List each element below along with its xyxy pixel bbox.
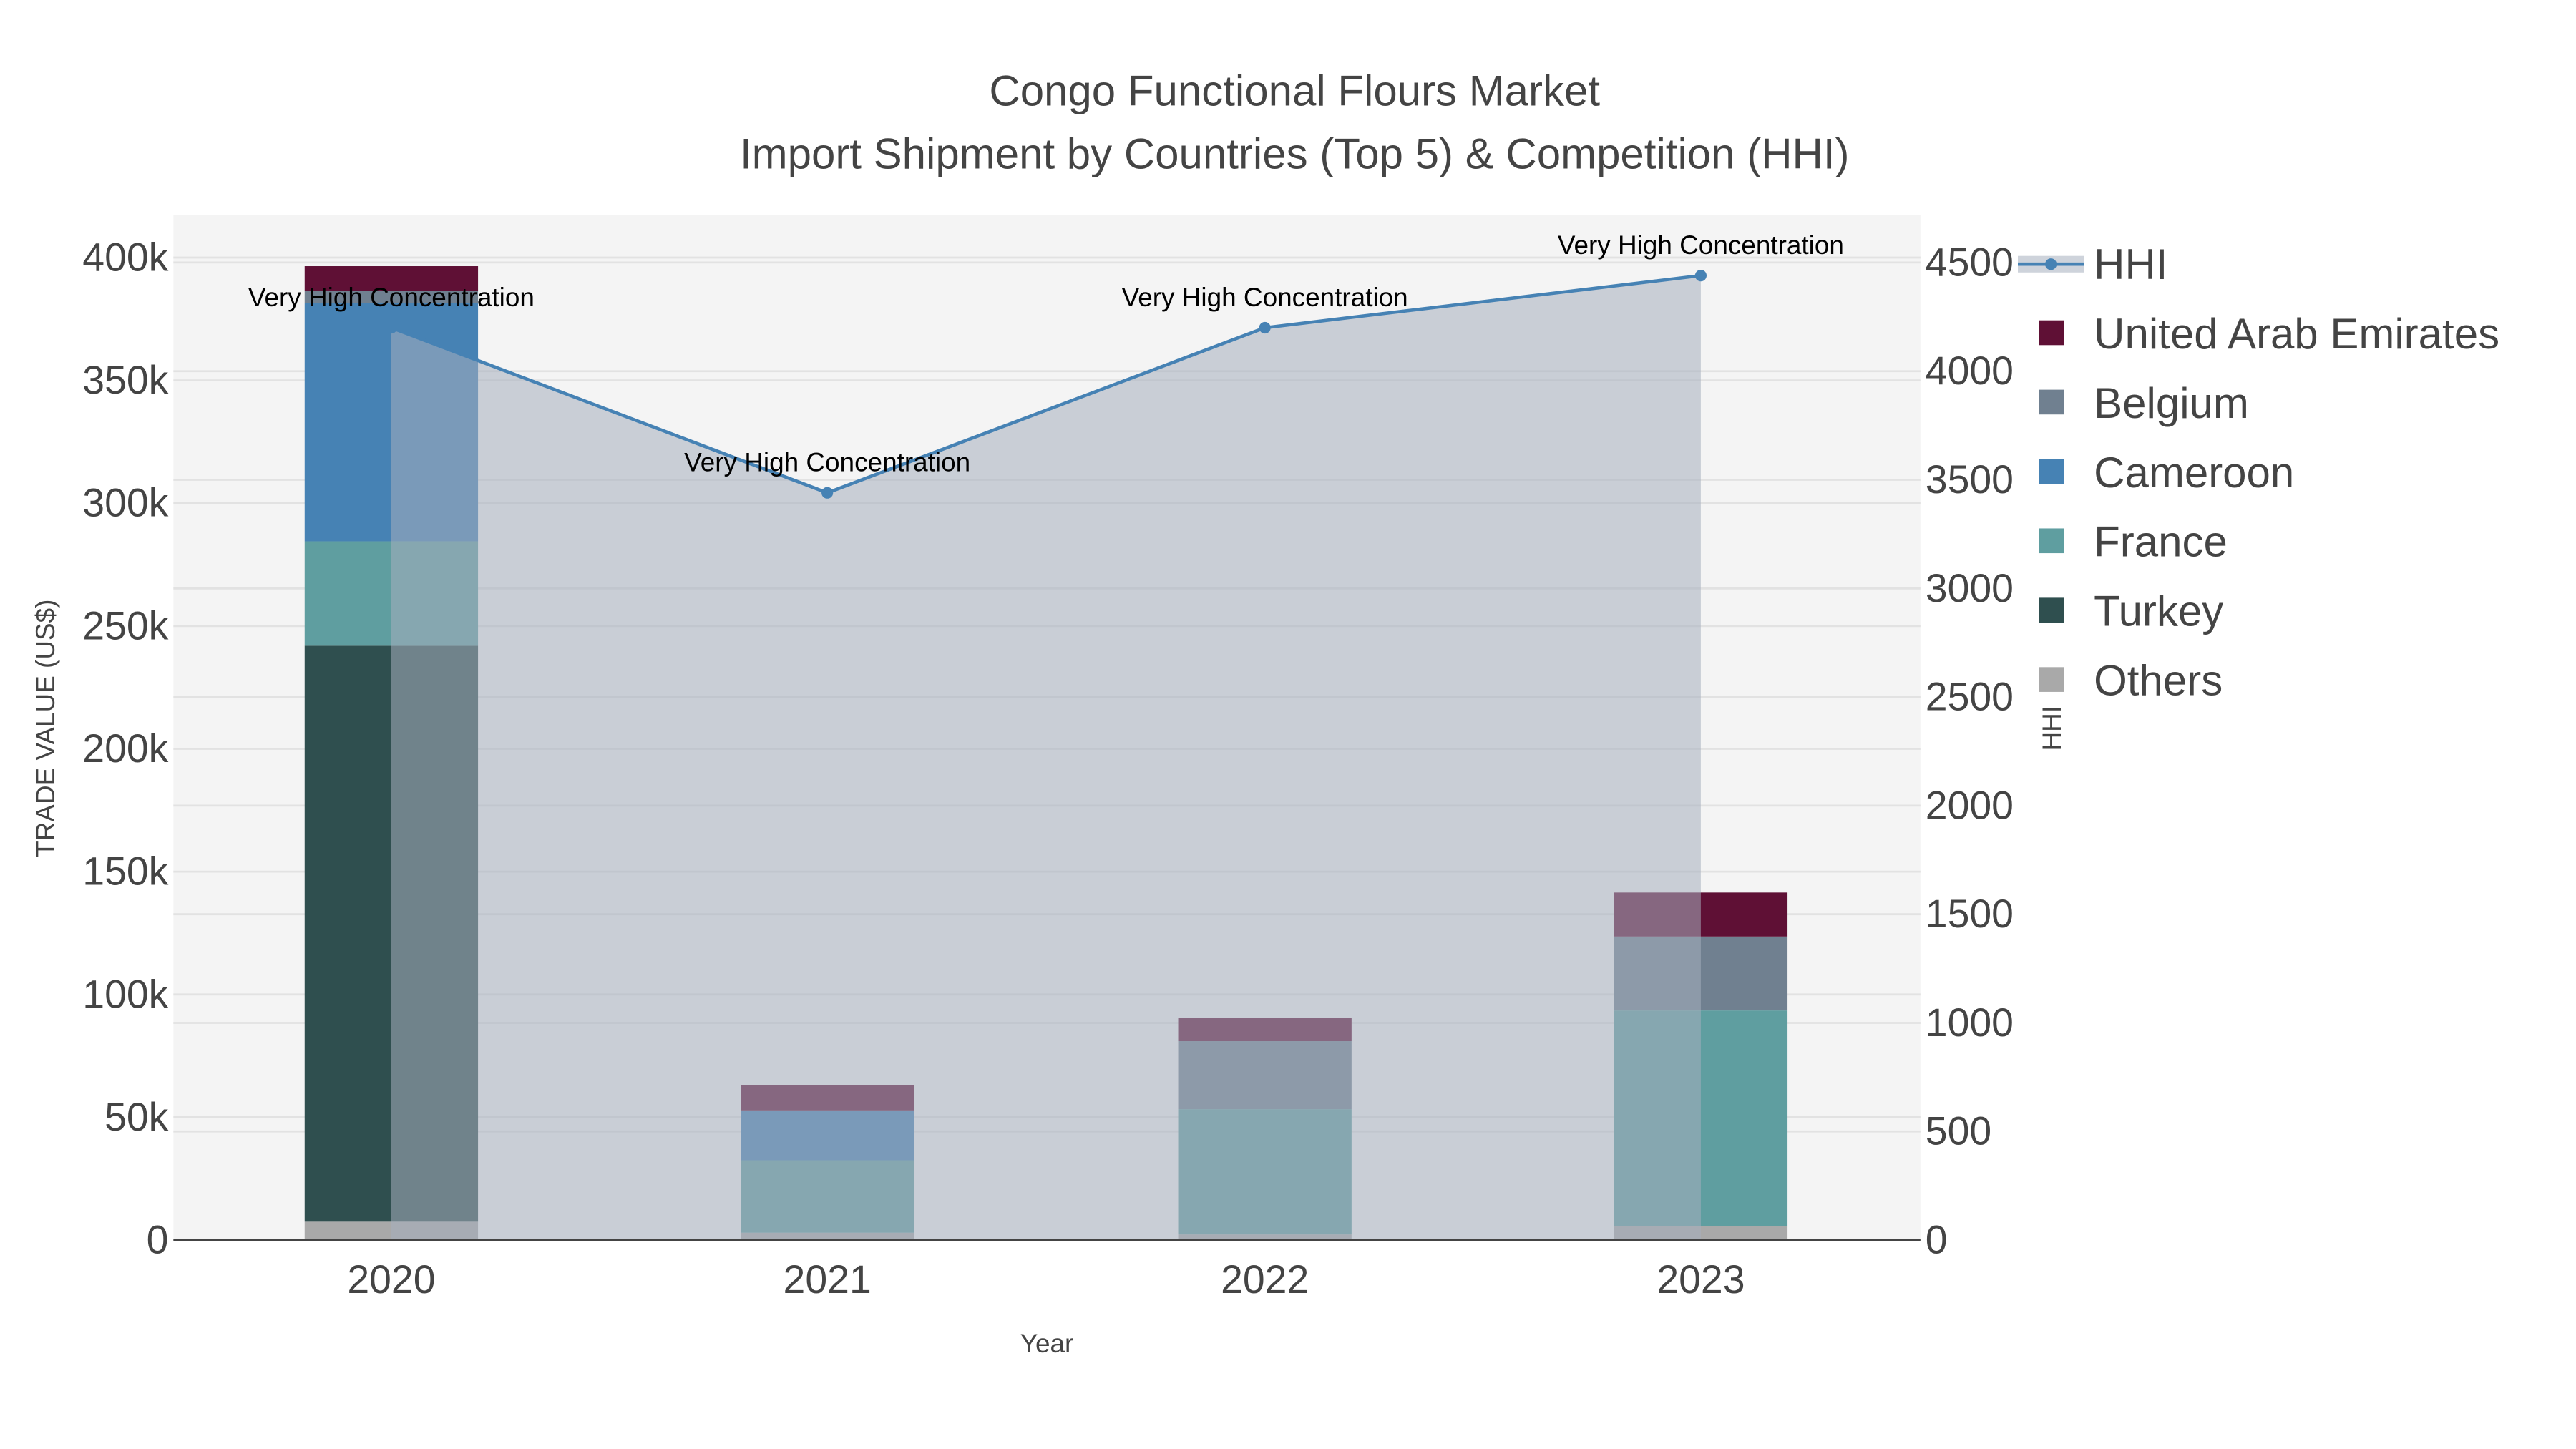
hhi-annotation: Very High Concentration: [1558, 230, 1844, 260]
chart-subtitle: Import Shipment by Countries (Top 5) & C…: [740, 130, 1850, 177]
legend-label: Cameroon: [2094, 449, 2294, 497]
legend-label: Others: [2094, 657, 2223, 705]
y2-axis-title: HHI: [2037, 706, 2067, 751]
y-tick-label: 350k: [82, 358, 168, 402]
y-tick-label: 200k: [82, 726, 168, 771]
y2-tick-label: 3500: [1926, 457, 2014, 502]
legend-label: United Arab Emirates: [2094, 310, 2499, 358]
y-tick-label: 100k: [82, 972, 168, 1016]
y2-tick-label: 2500: [1926, 675, 2014, 719]
chart: Very High Concentration Very High Concent…: [31, 67, 2499, 1358]
y2-tick-label: 1500: [1926, 892, 2014, 936]
legend-label: Belgium: [2094, 379, 2249, 427]
y2-tick-label: 4500: [1926, 240, 2014, 284]
y-tick-label: 300k: [82, 481, 168, 525]
legend-swatch-others: [2039, 667, 2064, 692]
hhi-point: [385, 321, 397, 334]
x-axis-ticks: 2020 2021 2022 2023: [347, 1257, 1745, 1302]
y-tick-label: 400k: [82, 235, 168, 279]
legend-label: HHI: [2094, 240, 2167, 288]
x-tick-label: 2020: [347, 1257, 435, 1302]
legend-swatch-hhi-marker: [2045, 258, 2057, 270]
hhi-annotation: Very High Concentration: [248, 283, 535, 312]
legend-label: France: [2094, 518, 2228, 566]
hhi-annotation: Very High Concentration: [1122, 283, 1408, 312]
hhi-area-fill: [391, 275, 1701, 1241]
y2-tick-label: 1000: [1926, 1000, 2014, 1045]
hhi-point: [1259, 321, 1271, 334]
hhi-point: [821, 487, 834, 499]
hhi-annotation: Very High Concentration: [684, 448, 970, 477]
x-tick-label: 2021: [784, 1257, 872, 1302]
y-tick-label: 250k: [82, 603, 168, 648]
legend-swatch-cameroon: [2039, 459, 2064, 484]
x-axis-title: Year: [1020, 1329, 1074, 1358]
left-axis-ticks: 0 50k 100k 150k 200k 250k 300k 350k 400k: [82, 235, 168, 1262]
legend: HHI United Arab Emirates Belgium Cameroon Fr…: [2017, 240, 2499, 705]
y-tick-label: 150k: [82, 849, 168, 894]
right-axis-ticks: 0 500 1000 1500 2000 2500 3000 3500 4000 4500: [1926, 240, 2014, 1262]
chart-title: Congo Functional Flours Market: [989, 67, 1600, 115]
legend-swatch-france: [2039, 528, 2064, 554]
legend-label: Turkey: [2094, 587, 2223, 635]
y2-tick-label: 0: [1926, 1218, 1948, 1262]
y2-tick-label: 4000: [1926, 348, 2014, 393]
legend-swatch-united-arab-emirates: [2039, 320, 2064, 346]
y-tick-label: 50k: [104, 1095, 169, 1139]
y-tick-label: 0: [147, 1218, 169, 1262]
y2-tick-label: 2000: [1926, 783, 2014, 827]
y-axis-title: TRADE VALUE (US$): [31, 600, 60, 857]
legend-swatch-turkey: [2039, 597, 2064, 623]
y2-tick-label: 3000: [1926, 566, 2014, 610]
x-tick-label: 2023: [1657, 1257, 1745, 1302]
y2-tick-label: 500: [1926, 1109, 1991, 1153]
x-tick-label: 2022: [1221, 1257, 1309, 1302]
legend-swatch-belgium: [2039, 389, 2064, 415]
hhi-point: [1694, 270, 1707, 282]
